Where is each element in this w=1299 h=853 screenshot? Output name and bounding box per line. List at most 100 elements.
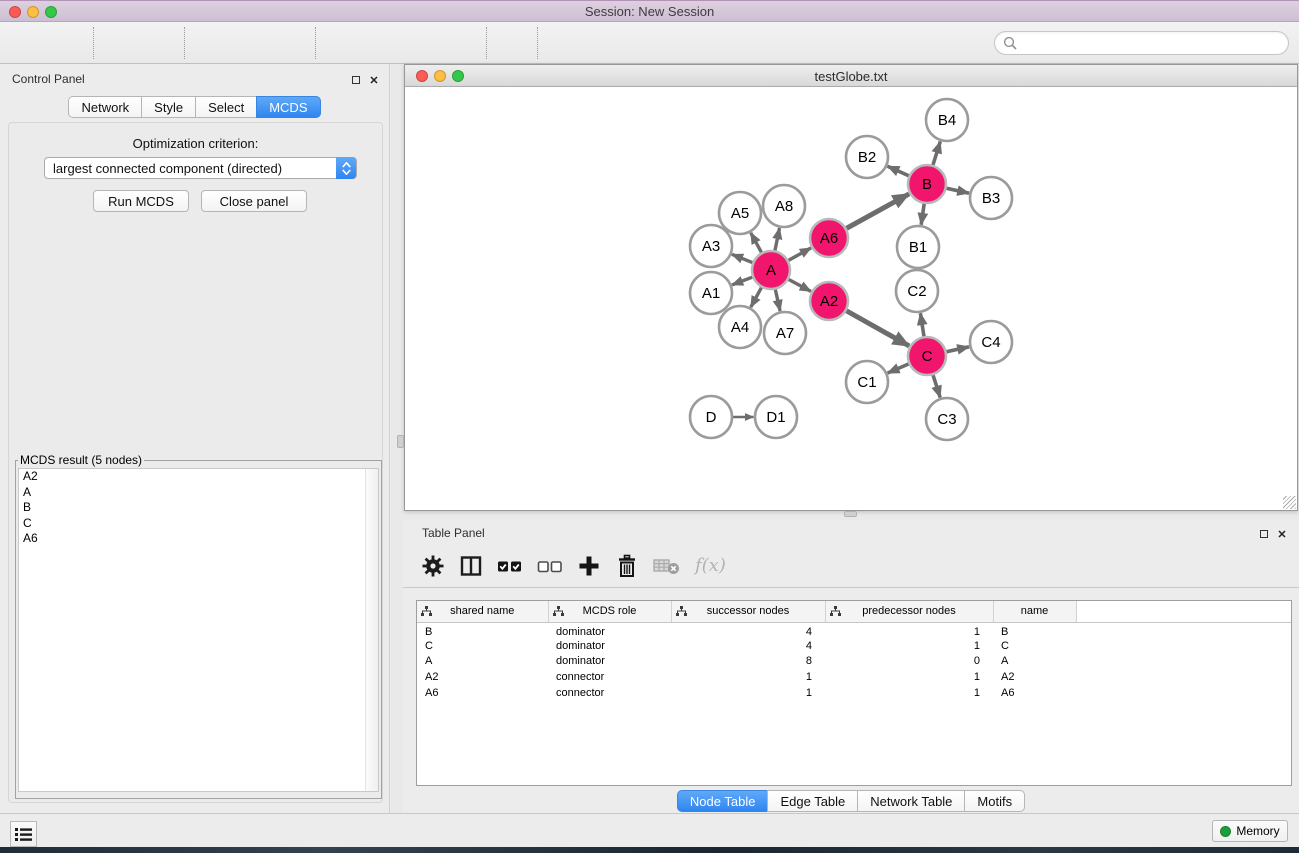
float-panel-button[interactable] <box>349 71 363 85</box>
table-cell[interactable]: dominator <box>548 622 671 638</box>
unselect-all-columns-button[interactable] <box>537 551 563 581</box>
table-cell[interactable]: A2 <box>417 669 548 685</box>
mcds-result-list[interactable]: A2ABCA6 <box>18 468 379 792</box>
close-panel-action-button[interactable]: Close panel <box>201 190 307 212</box>
graph-node-C4[interactable]: C4 <box>970 321 1012 363</box>
table-cell[interactable]: 1 <box>825 669 993 685</box>
table-cell[interactable]: 1 <box>825 622 993 638</box>
table-cell[interactable]: A <box>417 653 548 669</box>
table-row[interactable]: A6connector11A6 <box>417 685 1291 701</box>
column-header-mcds-role[interactable]: MCDS role <box>548 601 671 622</box>
import-table-button[interactable] <box>139 25 179 61</box>
table-cell[interactable]: B <box>417 622 548 638</box>
graph-node-B3[interactable]: B3 <box>970 177 1012 219</box>
network-canvas[interactable]: B4B2B3A8A5A3B1A1C2A4A7C4C1C3DD1BA6AA2C <box>405 87 1297 510</box>
graph-node-B[interactable]: B <box>908 165 946 203</box>
table-cell[interactable]: 1 <box>671 685 825 701</box>
table-row[interactable]: Cdominator41C <box>417 638 1291 654</box>
graph-node-C3[interactable]: C3 <box>926 398 968 440</box>
table-cell[interactable]: B <box>993 622 1076 638</box>
table-cell[interactable]: C <box>417 638 548 654</box>
graph-node-B1[interactable]: B1 <box>897 226 939 268</box>
tab-motifs[interactable]: Motifs <box>964 790 1025 812</box>
table-cell[interactable]: dominator <box>548 653 671 669</box>
export-table-button[interactable] <box>230 25 270 61</box>
table-row[interactable]: Bdominator41B <box>417 622 1291 638</box>
close-panel-button[interactable]: ✕ <box>367 71 381 85</box>
export-network-button[interactable] <box>190 25 230 61</box>
table-cell[interactable]: 0 <box>825 653 993 669</box>
table-cell[interactable]: 1 <box>671 669 825 685</box>
table-cell[interactable]: A2 <box>993 669 1076 685</box>
tab-mcds[interactable]: MCDS <box>256 96 320 118</box>
result-item[interactable]: B <box>19 500 378 516</box>
graph-node-A[interactable]: A <box>752 251 790 289</box>
table-cell[interactable]: 4 <box>671 638 825 654</box>
column-header-shared-name[interactable]: shared name <box>417 601 548 622</box>
function-builder-button[interactable]: f(x) <box>695 555 726 576</box>
graph-node-C2[interactable]: C2 <box>896 270 938 312</box>
result-item[interactable]: C <box>19 516 378 532</box>
zoom-out-button[interactable] <box>361 25 401 61</box>
tab-style[interactable]: Style <box>141 96 196 118</box>
table-cell[interactable]: connector <box>548 685 671 701</box>
graph-node-A4[interactable]: A4 <box>719 306 761 348</box>
zoom-in-button[interactable] <box>321 25 361 61</box>
column-header-successor-nodes[interactable]: successor nodes <box>671 601 825 622</box>
zoom-fit-button[interactable] <box>401 25 441 61</box>
canvas-horizontal-scrollbar[interactable] <box>844 511 857 517</box>
memory-button[interactable]: Memory <box>1212 820 1288 842</box>
result-item[interactable]: A2 <box>19 469 378 485</box>
graph-node-D[interactable]: D <box>690 396 732 438</box>
zoom-selected-button[interactable] <box>441 25 481 61</box>
graph-node-A5[interactable]: A5 <box>719 192 761 234</box>
tab-network[interactable]: Network <box>68 96 142 118</box>
close-table-panel-button[interactable]: ✕ <box>1275 525 1289 539</box>
apply-layout-button[interactable] <box>492 25 532 61</box>
table-cell[interactable]: 4 <box>671 622 825 638</box>
table-cell[interactable]: 1 <box>825 685 993 701</box>
column-header-predecessor-nodes[interactable]: predecessor nodes <box>825 601 993 622</box>
graph-node-B2[interactable]: B2 <box>846 136 888 178</box>
result-item[interactable]: A <box>19 485 378 501</box>
export-image-button[interactable] <box>270 25 310 61</box>
create-column-button[interactable] <box>577 551 601 581</box>
result-scrollbar[interactable] <box>365 469 378 791</box>
graph-node-A7[interactable]: A7 <box>764 312 806 354</box>
table-options-button[interactable] <box>421 551 445 581</box>
graph-node-A3[interactable]: A3 <box>690 225 732 267</box>
table-cell[interactable]: 8 <box>671 653 825 669</box>
float-table-panel-button[interactable] <box>1257 525 1271 539</box>
graph-node-D1[interactable]: D1 <box>755 396 797 438</box>
graph-node-C[interactable]: C <box>908 337 946 375</box>
graph-node-A6[interactable]: A6 <box>810 219 848 257</box>
graph-node-A2[interactable]: A2 <box>810 282 848 320</box>
task-history-button[interactable] <box>10 821 37 847</box>
table-row[interactable]: Adominator80A <box>417 653 1291 669</box>
first-neighbors-button[interactable] <box>583 25 623 61</box>
column-header-name[interactable]: name <box>993 601 1076 622</box>
window-resize-grip[interactable] <box>1283 496 1296 509</box>
result-item[interactable]: A6 <box>19 531 378 547</box>
table-cell[interactable]: A <box>993 653 1076 669</box>
tab-edge-table[interactable]: Edge Table <box>767 790 858 812</box>
node-table[interactable]: shared nameMCDS rolesuccessor nodesprede… <box>416 600 1292 786</box>
table-row[interactable]: A2connector11A2 <box>417 669 1291 685</box>
show-column-button[interactable] <box>459 551 483 581</box>
show-all-button[interactable] <box>663 25 703 61</box>
import-network-button[interactable] <box>99 25 139 61</box>
table-cell[interactable]: C <box>993 638 1076 654</box>
table-cell[interactable]: A6 <box>993 685 1076 701</box>
tab-select[interactable]: Select <box>195 96 257 118</box>
delete-columns-button[interactable] <box>615 551 639 581</box>
table-cell[interactable]: dominator <box>548 638 671 654</box>
delete-table-button[interactable] <box>653 551 681 581</box>
table-cell[interactable]: 1 <box>825 638 993 654</box>
table-cell[interactable]: connector <box>548 669 671 685</box>
table-cell[interactable]: A6 <box>417 685 548 701</box>
network-graph[interactable]: B4B2B3A8A5A3B1A1C2A4A7C4C1C3DD1BA6AA2C <box>405 87 1297 510</box>
criterion-select[interactable]: largest connected component (directed) <box>44 157 357 179</box>
select-all-columns-button[interactable] <box>497 551 523 581</box>
tab-network-table[interactable]: Network Table <box>857 790 965 812</box>
search-input[interactable] <box>1017 33 1280 53</box>
